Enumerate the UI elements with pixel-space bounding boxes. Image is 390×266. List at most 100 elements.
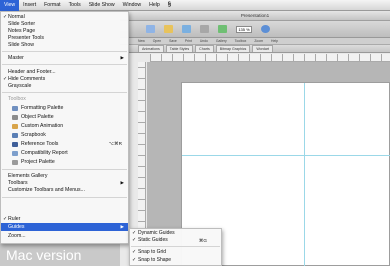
submenu-arrow-icon: ▶: [120, 224, 124, 229]
toolbar-labels: New Open Save Print Undo Gallery Toolbox…: [120, 38, 390, 45]
toolbar-label: Undo: [199, 39, 208, 43]
menu-item-ruler[interactable]: ✓ Ruler: [1, 215, 128, 223]
menu-item-label: Compatibility Report: [21, 150, 68, 156]
toolbar-label: Open: [152, 39, 162, 43]
view-menu: ✓ Normal Slide Sorter Notes Page Presente…: [0, 11, 129, 244]
menu-item-label: Master: [8, 55, 24, 61]
menu-separator: [2, 92, 127, 93]
check-icon: ✓: [132, 250, 137, 255]
shortcut-label: ⌘G: [198, 238, 207, 243]
horizontal-ruler[interactable]: [150, 54, 390, 62]
menu-item-label: Slide Show: [8, 42, 34, 48]
tab-wordart[interactable]: Wordart: [252, 45, 274, 52]
menu-item-dynamic-guides[interactable]: ✓ Dynamic Guides: [130, 230, 221, 237]
guides-submenu: ✓ Dynamic Guides ✓ Static Guides ⌘G ✓ Snap t…: [129, 228, 222, 266]
menu-item-label: Dynamic Guides: [138, 230, 175, 236]
menu-item-label: Custom Animation: [21, 123, 64, 129]
horizontal-guide[interactable]: [182, 155, 390, 156]
save-icon[interactable]: [182, 25, 191, 33]
menu-item-guides[interactable]: Guides ▶: [1, 223, 128, 231]
open-icon[interactable]: [164, 25, 173, 33]
print-icon[interactable]: [200, 25, 209, 33]
toolbar-label: Zoom: [254, 39, 264, 43]
menu-item-label: Snap to Grid: [138, 249, 167, 255]
undo-icon[interactable]: [218, 25, 227, 33]
compatibility-report-icon: [12, 150, 18, 156]
menu-item-label: Object Palette: [21, 114, 54, 120]
tab-bitmap-graphics[interactable]: Bitmap Graphics: [215, 45, 251, 52]
menu-item-label: Customize Toolbars and Menus...: [8, 187, 85, 193]
object-palette-icon: [12, 114, 18, 120]
menu-item-label: Guides: [8, 224, 25, 230]
menu-separator: [131, 246, 220, 247]
menu-item-label: Grayscale: [8, 83, 32, 89]
window-title: Presentation1: [120, 11, 390, 21]
menu-format[interactable]: Format: [40, 0, 64, 11]
menu-item-label: Ruler: [8, 216, 21, 222]
reference-tools-icon: [12, 141, 18, 147]
submenu-arrow-icon: ▶: [120, 55, 124, 60]
check-icon: ✓: [3, 216, 8, 222]
project-palette-icon: [12, 159, 18, 165]
menu-insert[interactable]: Insert: [19, 0, 40, 11]
menu-item-label: Toolbox: [8, 96, 26, 102]
menu-view[interactable]: View: [0, 0, 20, 11]
menu-tools[interactable]: Tools: [65, 0, 85, 11]
menu-item-snap-to-shape[interactable]: ✓ Snap to Shape: [130, 257, 221, 264]
menu-item-master[interactable]: Master ▶: [1, 54, 128, 62]
menu-help[interactable]: Help: [145, 0, 164, 11]
menu-slide-show[interactable]: Slide Show: [85, 0, 119, 11]
menu-bar: View Insert Format Tools Slide Show Wind…: [0, 0, 390, 11]
check-icon: ✓: [132, 231, 137, 236]
standard-toolbar: 135 %: [120, 21, 390, 38]
ribbon: Animations Table Styles Charts Bitmap Gr…: [120, 45, 390, 53]
check-icon: ✓: [132, 258, 137, 263]
formatting-palette-icon: [12, 105, 18, 111]
menu-item-custom-animation[interactable]: Custom Animation: [1, 122, 128, 130]
menu-item-label: Formatting Palette: [21, 105, 64, 111]
menu-item-customize-toolbars[interactable]: Customize Toolbars and Menus...: [1, 186, 128, 194]
menu-item-label: Project Palette: [21, 159, 55, 165]
menu-window[interactable]: Window: [119, 0, 145, 11]
menu-item-label: Zoom...: [8, 233, 26, 239]
menu-separator: [2, 51, 127, 52]
vertical-guide[interactable]: [304, 83, 305, 266]
script-menu-icon[interactable]: §: [164, 0, 175, 11]
menu-item-reference-tools[interactable]: Reference Tools ⌥⌘R: [1, 140, 128, 148]
toolbar-label: Print: [184, 39, 192, 43]
menu-item-formatting-palette[interactable]: Formatting Palette: [1, 104, 128, 112]
toolbar-label: Help: [271, 39, 279, 43]
caption-mac-version: Mac version: [6, 247, 82, 263]
tab-table-styles[interactable]: Table Styles: [165, 45, 194, 52]
custom-animation-icon: [12, 123, 18, 129]
new-icon[interactable]: [146, 25, 155, 33]
help-icon[interactable]: [261, 25, 270, 33]
menu-item-scrapbook[interactable]: Scrapbook: [1, 131, 128, 139]
menu-item-static-guides[interactable]: ✓ Static Guides ⌘G: [130, 237, 221, 244]
menu-item-grayscale[interactable]: Grayscale: [1, 82, 128, 90]
menu-item-label: Scrapbook: [21, 132, 46, 138]
menu-item-snap-to-grid[interactable]: ✓ Snap to Grid: [130, 249, 221, 256]
menu-item-label: Snap to Shape: [138, 257, 172, 263]
toolbar-label: Toolbox: [234, 39, 247, 43]
scrapbook-icon: [12, 132, 18, 138]
menu-separator: [2, 197, 127, 198]
menu-item-project-palette[interactable]: Project Palette: [1, 158, 128, 166]
menu-item-label: Reference Tools: [21, 141, 59, 147]
tab-charts[interactable]: Charts: [195, 45, 214, 52]
toolbar-label: Save: [169, 39, 177, 43]
menu-separator: [2, 169, 127, 170]
zoom-field[interactable]: 135 %: [236, 25, 252, 33]
menu-item-zoom[interactable]: Zoom...: [1, 232, 128, 240]
menu-separator: [2, 64, 127, 65]
check-icon: ✓: [132, 238, 137, 243]
shortcut-label: ⌥⌘R: [108, 141, 122, 146]
menu-item-label: Static Guides: [138, 237, 168, 243]
toolbar-label: New: [138, 39, 145, 43]
tab-animations[interactable]: Animations: [138, 45, 164, 52]
menu-item-compatibility-report[interactable]: Compatibility Report: [1, 149, 128, 157]
menu-heading-toolbox: Toolbox: [1, 95, 128, 103]
menu-item-object-palette[interactable]: Object Palette: [1, 113, 128, 121]
toolbar-label: Gallery: [215, 39, 227, 43]
menu-item-slide-show[interactable]: Slide Show: [1, 41, 128, 49]
